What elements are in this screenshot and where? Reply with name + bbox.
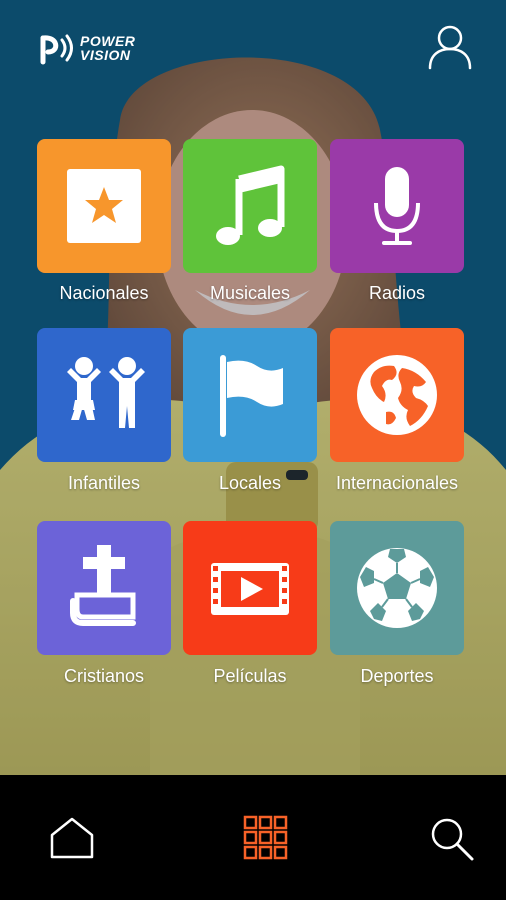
power-vision-logo: POWER VISION xyxy=(40,30,152,68)
star-icon xyxy=(67,169,141,243)
category-label-cristianos[interactable]: Cristianos xyxy=(19,665,189,687)
category-label-nacionales[interactable]: Nacionales xyxy=(19,282,189,304)
film-play-icon xyxy=(211,563,289,615)
category-label-musicales[interactable]: Musicales xyxy=(165,282,335,304)
nav-home-button[interactable] xyxy=(48,815,96,861)
account-button[interactable] xyxy=(426,24,474,70)
logo-text-line2: VISION xyxy=(80,47,131,63)
category-label-internacionales[interactable]: Internacionales xyxy=(312,472,482,494)
bottom-nav-bar xyxy=(0,775,506,900)
grid-icon xyxy=(243,815,288,860)
category-tile-nacionales[interactable] xyxy=(37,139,171,273)
category-tile-peliculas[interactable] xyxy=(183,521,317,655)
category-label-radios[interactable]: Radios xyxy=(312,282,482,304)
globe-icon xyxy=(357,355,437,435)
category-label-peliculas[interactable]: Películas xyxy=(165,665,335,687)
soccer-ball-icon xyxy=(357,548,437,628)
home-icon xyxy=(50,817,94,859)
category-tile-musicales[interactable] xyxy=(183,139,317,273)
user-icon xyxy=(428,25,472,70)
category-tile-cristianos[interactable] xyxy=(37,521,171,655)
category-label-infantiles[interactable]: Infantiles xyxy=(19,472,189,494)
search-icon xyxy=(431,818,474,861)
category-label-deportes[interactable]: Deportes xyxy=(312,665,482,687)
children-icon xyxy=(67,357,145,428)
bible-cross-icon xyxy=(70,545,136,626)
category-label-locales[interactable]: Locales xyxy=(165,472,335,494)
category-tile-internacionales[interactable] xyxy=(330,328,464,462)
category-tile-deportes[interactable] xyxy=(330,521,464,655)
microphone-icon xyxy=(374,167,420,245)
app-screen: POWER VISION Nacionales Musicales Radios… xyxy=(0,0,506,900)
logo-text-line1: POWER xyxy=(80,33,136,49)
nav-search-button[interactable] xyxy=(428,815,476,863)
category-tile-radios[interactable] xyxy=(330,139,464,273)
category-tile-infantiles[interactable] xyxy=(37,328,171,462)
flag-icon xyxy=(220,355,283,437)
nav-categories-button[interactable] xyxy=(243,815,289,861)
category-tile-locales[interactable] xyxy=(183,328,317,462)
music-note-icon xyxy=(216,165,285,245)
logo-mark-icon xyxy=(40,34,73,65)
